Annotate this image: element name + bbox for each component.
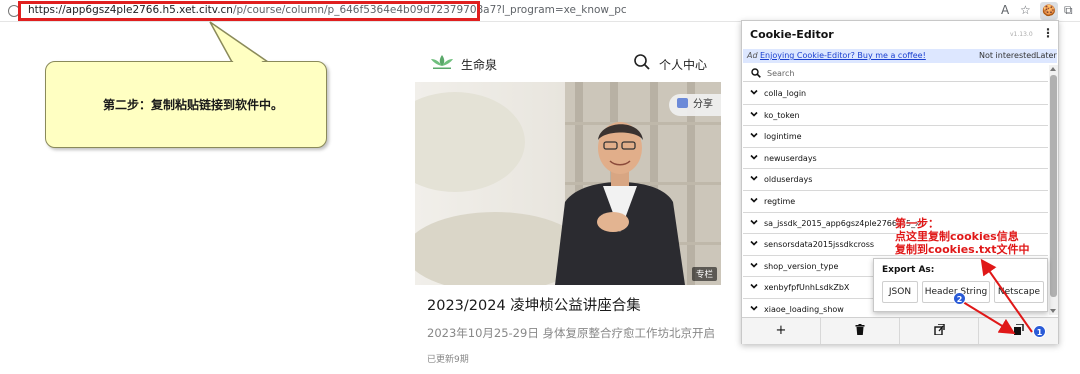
cookie-editor-title: Cookie-Editor — [750, 28, 834, 41]
cookie-row[interactable]: newuserdays — [743, 148, 1048, 170]
export-as-label: Export As: — [882, 265, 935, 275]
export-icon — [1014, 323, 1024, 335]
version-label: v1.13.0 — [1010, 31, 1033, 38]
ad-tag: Ad — [747, 51, 758, 60]
import-icon — [933, 323, 945, 336]
cookie-row[interactable]: regtime — [743, 191, 1048, 213]
chevron-down-icon[interactable] — [750, 261, 758, 269]
step-badge-2: 2 — [953, 292, 966, 305]
site-logo-icon[interactable] — [429, 53, 455, 71]
ad-banner: Ad Enjoying Cookie-Editor? Buy me a coff… — [743, 49, 1057, 63]
ad-link[interactable]: Enjoying Cookie-Editor? Buy me a coffee! — [760, 49, 926, 63]
column-tag: 专栏 — [691, 267, 717, 281]
scrollbar[interactable] — [1049, 65, 1058, 315]
step1-line3: 复制到cookies.txt文件中 — [895, 243, 1030, 256]
scrollbar-thumb[interactable] — [1050, 75, 1057, 297]
chevron-down-icon[interactable] — [750, 110, 758, 118]
ad-later-button[interactable]: Later — [1036, 49, 1057, 63]
course-update-count: 已更新9期 — [427, 355, 469, 365]
scroll-up-icon[interactable] — [1050, 67, 1056, 71]
import-button[interactable] — [900, 318, 979, 344]
step-badge-1: 1 — [1033, 325, 1046, 338]
ad-not-interested-button[interactable]: Not interested — [979, 49, 1036, 63]
search-icon[interactable] — [633, 53, 651, 71]
course-subtitle: 2023年10月25-29日 身体复原整合疗愈工作坊北京开启 — [427, 326, 715, 340]
chevron-down-icon[interactable] — [750, 131, 758, 139]
site-header: 生命泉 个人中心 — [415, 45, 721, 81]
cookie-row[interactable]: ko_token — [743, 105, 1048, 127]
chevron-down-icon[interactable] — [750, 282, 758, 290]
step1-annotation: 第一步： 点这里复制cookies信息 复制到cookies.txt文件中 — [895, 217, 1030, 256]
cookie-name: ko_token — [764, 110, 800, 120]
extension-icon[interactable]: ⧉ — [1064, 3, 1073, 18]
chevron-down-icon[interactable] — [750, 196, 758, 204]
user-center-link[interactable]: 个人中心 — [659, 56, 707, 73]
course-title[interactable]: 2023/2024 凌坤桢公益讲座合集 — [427, 294, 641, 315]
scroll-down-icon[interactable] — [1050, 309, 1056, 313]
search-input[interactable]: Search — [767, 69, 794, 78]
cookie-name: olduserdays — [764, 175, 813, 185]
cookie-search[interactable]: Search — [743, 65, 1048, 82]
share-button[interactable]: 分享 — [669, 94, 721, 116]
delete-all-button[interactable] — [821, 318, 900, 344]
cookie-row[interactable]: olduserdays — [743, 169, 1048, 191]
cookie-name: newuserdays — [764, 153, 817, 163]
cookie-name: regtime — [764, 197, 796, 206]
cookie-row[interactable]: colla_login — [743, 83, 1048, 105]
search-icon — [751, 68, 761, 78]
export-netscape-button[interactable]: Netscape — [994, 281, 1044, 303]
cookie-name: colla_login — [764, 89, 807, 98]
cookie-editor-header: Cookie-Editor v1.13.0 ⋮ — [742, 21, 1058, 47]
more-menu-icon[interactable]: ⋮ — [1042, 26, 1054, 40]
cookie-name: xiaoe_loading_show — [764, 305, 844, 314]
callout: 第二步：复制粘贴链接到软件中。 — [0, 0, 420, 170]
share-icon — [677, 98, 688, 108]
add-cookie-button[interactable]: + — [742, 318, 821, 344]
read-aloud-icon[interactable]: A — [1001, 3, 1009, 17]
chevron-down-icon[interactable] — [750, 239, 758, 247]
chevron-down-icon[interactable] — [750, 174, 758, 182]
share-label: 分享 — [693, 99, 713, 110]
chevron-down-icon[interactable] — [750, 88, 758, 96]
callout-text: 第二步：复制粘贴链接到软件中。 — [103, 98, 284, 112]
chevron-down-icon[interactable] — [750, 304, 758, 312]
cookie-row[interactable]: logintime — [743, 126, 1048, 148]
chevron-down-icon[interactable] — [750, 153, 758, 161]
cookie-name: sensorsdata2015jssdkcross — [764, 240, 875, 250]
star-icon[interactable]: ☆ — [1020, 3, 1031, 17]
cookie-name: xenbyfpfUnhLsdkZbX — [764, 283, 850, 293]
step1-line2: 点这里复制cookies信息 — [895, 230, 1019, 243]
cookie-icon[interactable]: 🍪 — [1040, 2, 1058, 20]
course-cover-image[interactable]: 分享 专栏 — [415, 82, 721, 285]
export-button[interactable] — [979, 318, 1058, 344]
export-json-button[interactable]: JSON — [882, 281, 918, 303]
chevron-down-icon[interactable] — [750, 218, 758, 226]
trash-icon — [855, 324, 865, 335]
site-name[interactable]: 生命泉 — [461, 56, 497, 73]
cookie-editor-footer: + — [742, 317, 1058, 344]
cookie-name: logintime — [764, 132, 802, 142]
cookie-name: shop_version_type — [764, 261, 839, 271]
step1-line1: 第一步： — [895, 217, 939, 230]
